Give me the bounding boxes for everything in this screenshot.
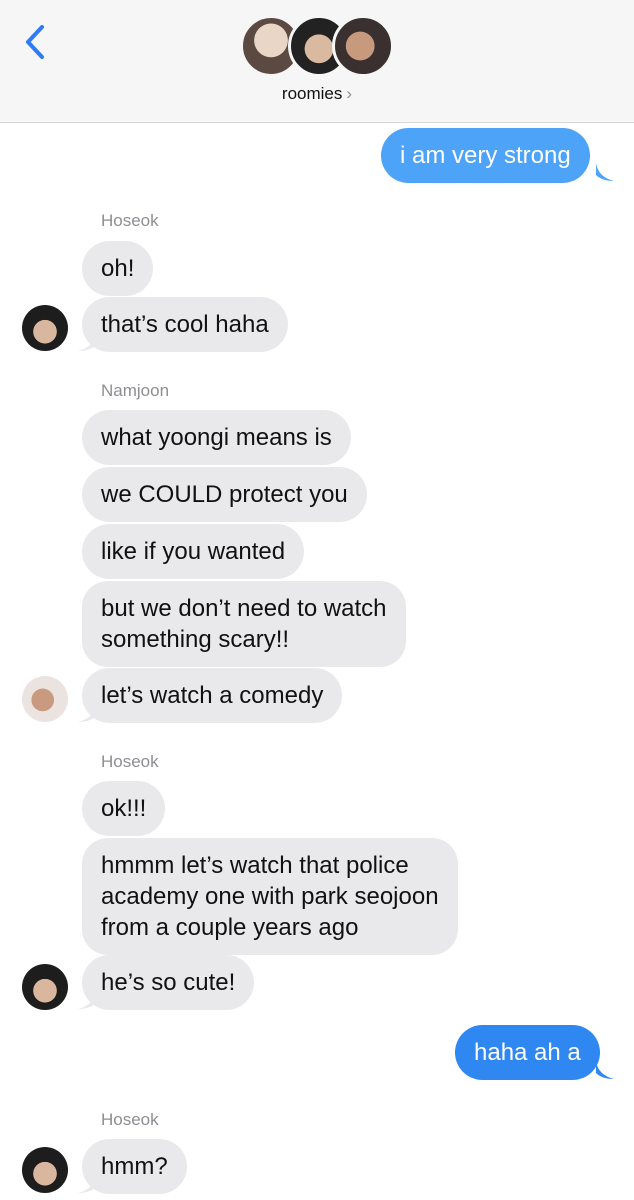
avatar xyxy=(332,15,394,77)
message-text: like if you wanted xyxy=(101,538,286,565)
avatar-hoseok[interactable] xyxy=(22,305,68,351)
bubble-tail xyxy=(596,163,614,181)
message-bubble-incoming[interactable]: that’s cool haha xyxy=(82,297,288,352)
chevron-left-icon xyxy=(26,25,44,59)
bubble-tail xyxy=(596,1061,614,1079)
message-bubble-outgoing[interactable]: haha ah a xyxy=(455,1025,600,1080)
message-text: something scary!! xyxy=(101,626,290,653)
message-text: let’s watch a comedy xyxy=(101,682,324,709)
group-avatar-stack[interactable] xyxy=(240,15,400,79)
message-text: oh! xyxy=(101,255,135,282)
message-bubble-outgoing[interactable]: i am very strong xyxy=(381,128,590,183)
message-bubble-incoming[interactable]: we COULD protect you xyxy=(82,467,367,522)
message-bubble-incoming[interactable]: oh! xyxy=(82,241,154,296)
message-bubble-incoming[interactable]: like if you wanted xyxy=(82,524,305,579)
group-name-label: roomies xyxy=(281,84,343,103)
message-text: we COULD protect you xyxy=(101,481,348,508)
sender-name: Namjoon xyxy=(101,381,170,400)
sender-name: Hoseok xyxy=(101,1110,159,1129)
message-text: that’s cool haha xyxy=(101,311,269,338)
message-text: from a couple years ago xyxy=(101,914,359,941)
message-bubble-incoming[interactable]: ok!!! xyxy=(82,781,166,836)
back-button[interactable] xyxy=(20,22,50,62)
message-text: what yoongi means is xyxy=(101,424,332,451)
message-text: but we don’t need to watch xyxy=(101,595,387,622)
conversation-header: roomies › xyxy=(0,0,634,123)
sender-name: Hoseok xyxy=(101,211,159,230)
message-text: i am very strong xyxy=(400,142,571,169)
avatar-namjoon[interactable] xyxy=(22,676,68,722)
message-text: ok!!! xyxy=(101,795,147,822)
message-text: academy one with park seojoon xyxy=(101,883,439,910)
bubble-tail xyxy=(78,333,96,351)
avatar-hoseok[interactable] xyxy=(22,1147,68,1193)
message-bubble-incoming[interactable]: but we don’t need to watch something sca… xyxy=(82,581,406,667)
message-bubble-incoming[interactable]: hmmm let’s watch that police academy one… xyxy=(82,838,458,955)
message-text: hmm? xyxy=(101,1153,168,1180)
message-bubble-incoming[interactable]: hmm? xyxy=(82,1139,187,1194)
chevron-right-icon: › xyxy=(346,84,353,103)
message-text: he’s so cute! xyxy=(101,969,236,996)
bubble-tail xyxy=(78,991,96,1009)
message-bubble-incoming[interactable]: let’s watch a comedy xyxy=(82,668,343,723)
message-bubble-incoming[interactable]: he’s so cute! xyxy=(82,955,255,1010)
bubble-tail xyxy=(78,704,96,722)
group-name[interactable]: roomies › xyxy=(0,84,634,104)
message-text: haha ah a xyxy=(474,1039,581,1066)
message-text: hmmm let’s watch that police xyxy=(101,852,409,879)
bubble-tail xyxy=(78,1175,96,1193)
avatar-hoseok[interactable] xyxy=(22,964,68,1010)
message-bubble-incoming[interactable]: what yoongi means is xyxy=(82,410,351,465)
sender-name: Hoseok xyxy=(101,752,159,771)
